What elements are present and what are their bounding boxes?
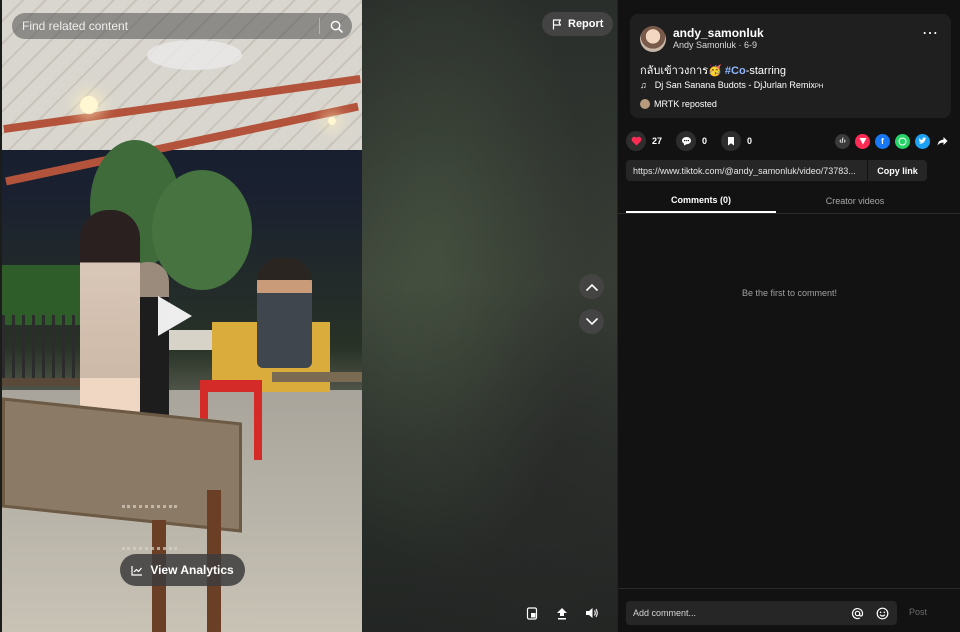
search-button[interactable] [320,13,352,39]
video-frame-lamp [328,117,336,125]
embed-icon[interactable]: ‹/› [835,133,850,149]
smiley-icon [876,607,888,619]
comment-composer [626,601,897,625]
emoji-button[interactable] [872,603,892,623]
bookmark-icon [728,137,735,146]
search-icon [330,20,343,33]
panel-tabs: Comments (0) Creator videos [618,188,960,214]
hashtag-link[interactable]: #Co [725,65,746,77]
save-count: 0 [747,136,753,146]
report-label: Report [568,18,604,30]
repost-text: MRTK reposted [654,99,717,109]
post-caption: กลับเข้าวงการ🥳 #Co-starring [640,61,786,79]
post-comment-button[interactable]: Post [909,607,927,617]
video-frame-lamp [80,96,98,114]
video-frame-plant [152,170,252,290]
share-link-row: https://www.tiktok.com/@andy_samonluk/vi… [626,160,927,181]
view-analytics-label: View Analytics [150,563,234,577]
app-root: Report View Analytics andy_samonluk Andy… [0,0,960,632]
flag-icon [552,18,562,29]
video-frame-person [80,210,140,420]
heart-icon [631,136,641,146]
comment-button[interactable]: 0 [676,131,707,151]
video-stage: Report View Analytics [0,0,617,632]
video-frame-person [257,258,312,368]
video-frame-bench [272,372,362,382]
comment-composer-bar: Post [618,588,960,632]
comment-input[interactable] [626,608,847,618]
search-bar [12,13,352,39]
details-panel: andy_samonluk Andy Samonluk · 6-9 ⋯ กลับ… [617,0,960,632]
next-video-button[interactable] [579,309,604,334]
caption-suffix: -starring [745,65,787,77]
at-sign-icon [851,607,863,619]
speaker-icon [586,608,598,618]
share-url[interactable]: https://www.tiktok.com/@andy_samonluk/vi… [626,166,867,176]
caption-text: กลับเข้าวงการ🥳 [640,65,722,77]
video-frame-fence [2,315,92,385]
upload-arrow-icon [557,607,567,619]
avatar[interactable] [640,26,666,52]
comment-count: 0 [702,136,708,146]
tab-creator-videos[interactable]: Creator videos [780,188,930,213]
share-buttons: ‹/› f [835,133,950,149]
mention-button[interactable] [847,603,867,623]
like-count: 27 [652,136,663,146]
author-subline: Andy Samonluk · 6-9 [673,40,758,50]
music-note-icon: ♫ [640,80,647,90]
more-options-icon[interactable]: ⋯ [922,26,939,42]
video-frame-stencil [122,505,177,550]
music-link[interactable]: ♫ Dj San Sanana Budots - DjJurlan RemixP… [640,80,823,90]
previous-video-button[interactable] [579,274,604,299]
comment-icon [681,137,691,146]
chevron-down-icon [585,317,598,325]
comments-empty-state: Be the first to comment! [741,288,838,298]
repost-info: MRTK reposted [640,99,717,109]
device-icon [526,606,538,620]
reposter-avatar [640,99,650,109]
play-icon[interactable] [158,296,192,336]
whatsapp-icon[interactable] [895,133,910,149]
twitter-icon[interactable] [915,133,930,149]
analytics-icon [131,565,143,576]
view-analytics-button[interactable]: View Analytics [120,554,245,586]
blurred-backdrop [362,0,617,632]
chevron-up-icon [585,283,598,291]
music-title: Dj San Sanana Budots - DjJurlan RemixPH [654,80,824,90]
miniplayer-button[interactable] [522,603,542,623]
upload-button[interactable] [552,603,572,623]
video-frame-fan [147,40,242,70]
action-bar: 27 0 0 ‹/› f [626,130,950,152]
author-handle[interactable]: andy_samonluk [673,26,764,40]
facebook-icon[interactable]: f [875,133,890,149]
share-arrow-icon[interactable] [935,134,950,149]
tab-comments[interactable]: Comments (0) [626,188,776,213]
like-button[interactable]: 27 [626,131,662,151]
save-button[interactable]: 0 [721,131,752,151]
post-info-card: andy_samonluk Andy Samonluk · 6-9 ⋯ กลับ… [630,14,951,118]
search-input[interactable] [22,19,319,33]
copy-link-button[interactable]: Copy link [867,160,927,181]
volume-button[interactable] [582,603,602,623]
send-icon[interactable] [855,133,870,149]
report-button[interactable]: Report [542,12,614,36]
